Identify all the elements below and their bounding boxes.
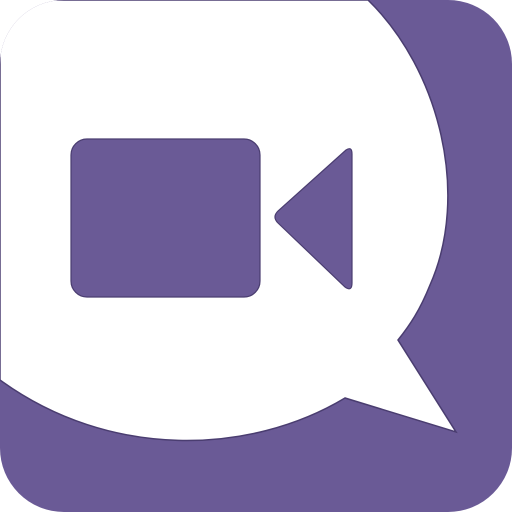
video-chat-app-icon[interactable] (0, 0, 512, 512)
app-icon-graphic (0, 0, 512, 512)
camera-body-icon (70, 138, 261, 298)
